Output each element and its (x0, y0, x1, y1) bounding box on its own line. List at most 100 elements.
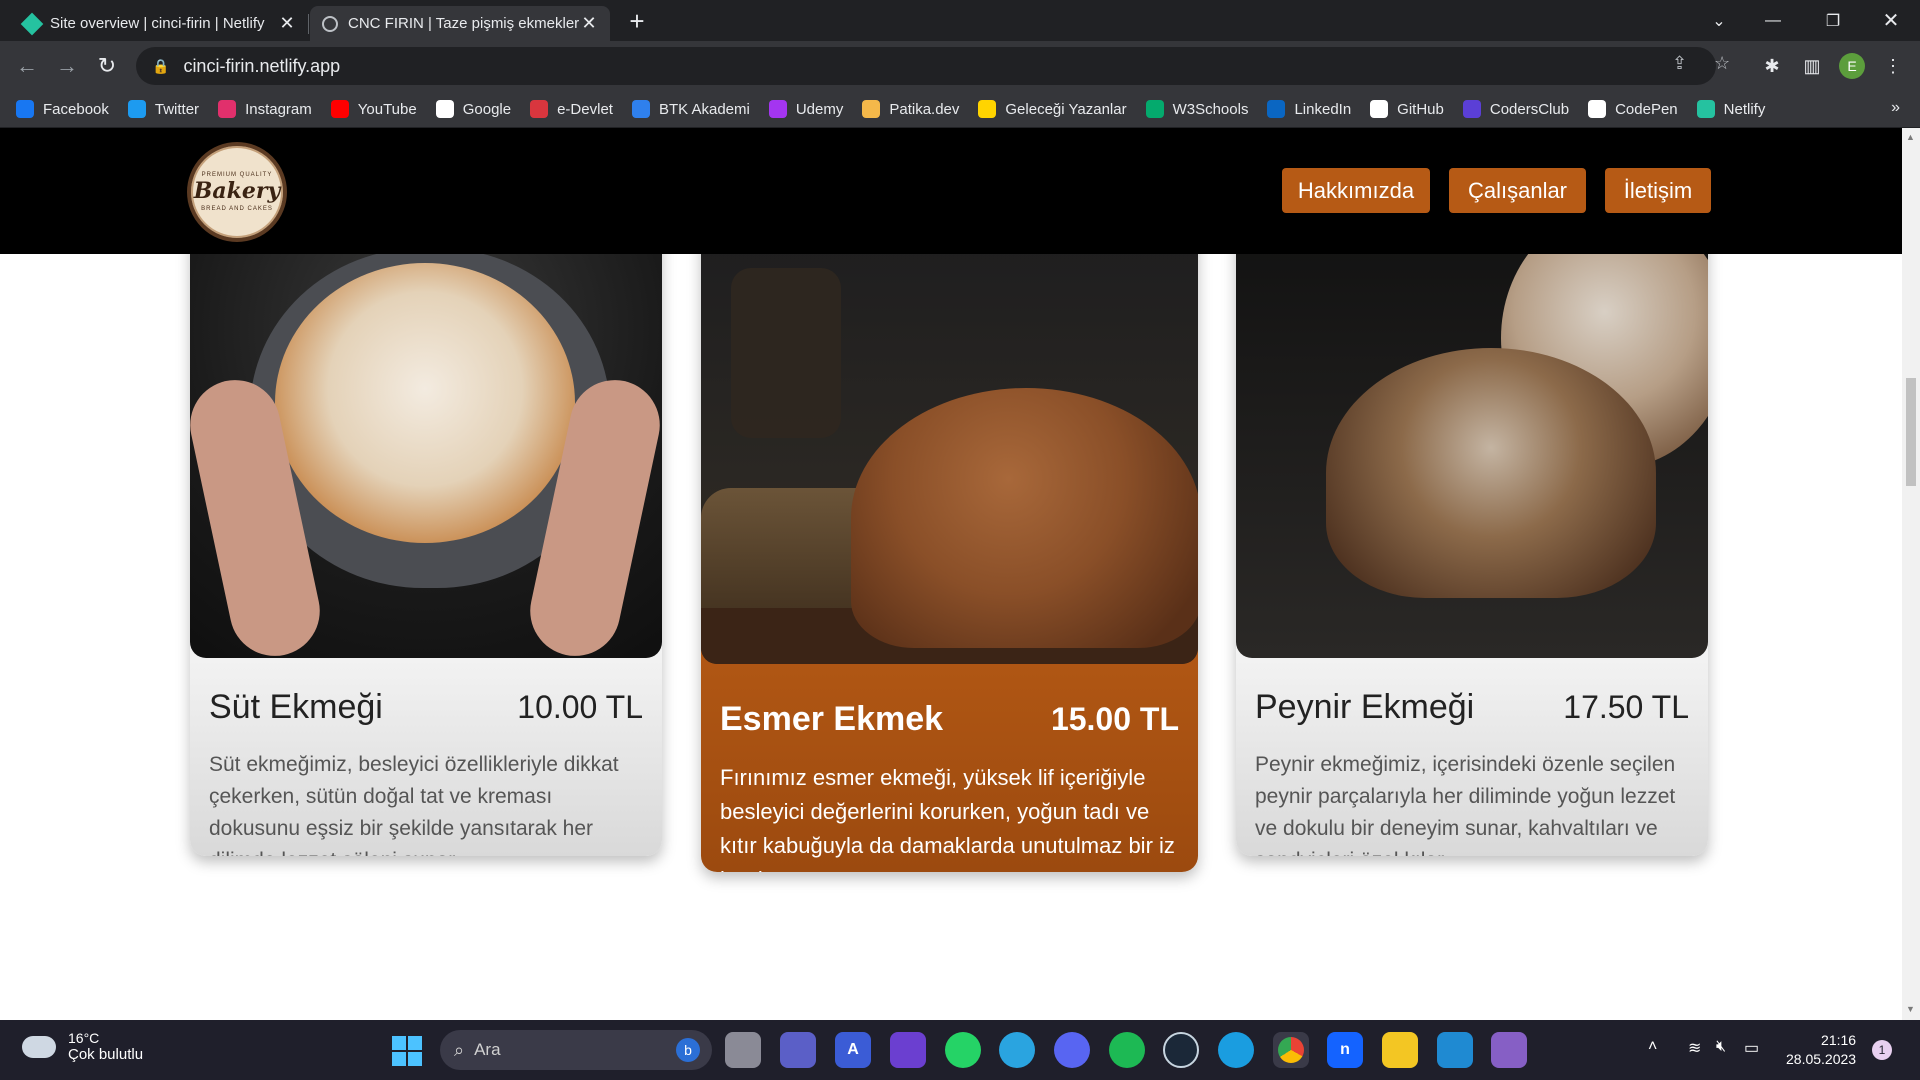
bookmark-twitter[interactable]: Twitter (127, 100, 200, 118)
product-price: 10.00 TL (517, 689, 643, 725)
bread-loaf-front-shape (1326, 348, 1656, 598)
reload-button[interactable]: ↻ (92, 51, 122, 81)
new-tab-button[interactable]: + (622, 6, 652, 36)
weather-temperature: 16°C (68, 1030, 100, 1046)
nav-employees-button[interactable]: Çalışanlar (1449, 168, 1586, 213)
forward-button[interactable]: → (52, 51, 82, 81)
share-icon[interactable]: ⇪ (1672, 53, 1687, 74)
globe-icon (322, 15, 338, 32)
page-scrollbar[interactable]: ▲ ▼ (1902, 128, 1920, 1020)
tab-netlify[interactable]: Site overview | cinci-firin | Netlify ✕ (8, 6, 308, 41)
bookmark-codersclub[interactable]: CodersClub (1462, 100, 1569, 118)
bookmark-github[interactable]: GitHub (1370, 100, 1444, 118)
chevron-up-icon[interactable]: ˄ (1648, 1038, 1657, 1056)
edevlet-icon (530, 100, 549, 118)
chrome-logo (1278, 1037, 1304, 1063)
tab-separator (308, 14, 309, 34)
vscode-icon[interactable] (1437, 1032, 1473, 1068)
chrome-icon[interactable] (1273, 1032, 1309, 1068)
bookmark-label: e-Devlet (557, 100, 613, 118)
bookmark-label: GitHub (1397, 100, 1444, 118)
bookmark-e-devlet[interactable]: e-Devlet (530, 100, 613, 118)
discord-icon[interactable] (1054, 1032, 1090, 1068)
bookmark-youtube[interactable]: YouTube (330, 100, 417, 118)
notion-icon[interactable]: n (1327, 1032, 1363, 1068)
instagram-icon (218, 100, 237, 118)
weather-widget[interactable]: 16°C Çok bulutlu (22, 1030, 143, 1063)
window-close-button[interactable]: ✕ (1868, 0, 1914, 41)
w3schools-icon (1145, 100, 1164, 118)
wifi-icon[interactable]: ≋ (1688, 1038, 1701, 1058)
side-panel-icon[interactable]: ▥ (1797, 51, 1827, 81)
tab-cnc-firin[interactable]: CNC FIRIN | Taze pişmiş ekmekler ✕ (310, 6, 610, 41)
tab-search-icon[interactable]: ⌄ (1696, 0, 1742, 41)
bookmark-linkedin[interactable]: LinkedIn (1267, 100, 1351, 118)
scroll-down-icon[interactable]: ▼ (1906, 1004, 1915, 1014)
sticky-notes-icon[interactable] (1382, 1032, 1418, 1068)
close-icon[interactable]: ✕ (278, 13, 296, 34)
notification-badge[interactable]: 1 (1872, 1040, 1892, 1060)
product-description: Fırınımız esmer ekmeği, yüksek lif içeri… (720, 765, 1175, 872)
system-clock[interactable]: 21:16 28.05.2023 (1786, 1031, 1856, 1069)
tab-title: Site overview | cinci-firin | Netlify (50, 15, 265, 32)
menu-icon[interactable]: ⋮ (1878, 51, 1908, 81)
product-price: 15.00 TL (1050, 701, 1179, 737)
minimize-button[interactable]: — (1750, 0, 1796, 41)
bookmark-facebook[interactable]: Facebook (16, 100, 109, 118)
profile-avatar[interactable]: E (1839, 53, 1865, 79)
teams-chat-icon[interactable] (780, 1032, 816, 1068)
edge-icon[interactable] (1218, 1032, 1254, 1068)
linkedin-icon (1267, 100, 1286, 118)
gelecegi-yazanlar-icon (978, 100, 997, 118)
more-bookmarks-icon[interactable]: » (1891, 99, 1900, 117)
codepen-icon (1588, 100, 1607, 118)
product-description: Peynir ekmeğimiz, içerisindeki özenle se… (1255, 753, 1676, 856)
bookmark-label: Twitter (154, 100, 200, 118)
product-card[interactable]: Süt Ekmeği 10.00 TL Süt ekmeğimiz, besle… (190, 188, 662, 856)
bookmark-udemy[interactable]: Udemy (768, 100, 843, 118)
web-page: PREMIUM QUALITY Bakery BREAD AND CAKES H… (0, 128, 1902, 1020)
bookmark-instagram[interactable]: Instagram (218, 100, 312, 118)
logo-tagline-bottom: BREAD AND CAKES (201, 206, 273, 212)
bookmark-netlify[interactable]: Netlify (1696, 100, 1765, 118)
product-card-featured[interactable]: Esmer Ekmek 15.00 TL Fırınımız esmer ekm… (701, 188, 1198, 872)
scroll-up-icon[interactable]: ▲ (1906, 132, 1915, 142)
extensions-icon[interactable]: ✱ (1757, 51, 1787, 81)
battery-icon[interactable]: ▭ (1744, 1038, 1759, 1058)
address-bar[interactable]: 🔒 cinci-firin.netlify.app (136, 47, 1716, 85)
clipchamp-icon[interactable] (890, 1032, 926, 1068)
bookmark-patika-dev[interactable]: Patika.dev (862, 100, 959, 118)
close-icon[interactable]: ✕ (580, 13, 598, 34)
bookmark-star-icon[interactable]: ☆ (1714, 53, 1730, 74)
scrollbar-thumb[interactable] (1906, 378, 1916, 486)
bakery-logo[interactable]: PREMIUM QUALITY Bakery BREAD AND CAKES (187, 142, 287, 242)
whatsapp-icon[interactable] (945, 1032, 981, 1068)
back-button[interactable]: ← (12, 51, 42, 81)
nav-about-button[interactable]: Hakkımızda (1282, 168, 1430, 213)
bookmark-w3schools[interactable]: W3Schools (1145, 100, 1248, 118)
clock-time: 21:16 (1821, 1032, 1857, 1048)
facebook-icon (16, 100, 34, 118)
weather-condition: Çok bulutlu (68, 1046, 144, 1063)
spotify-icon[interactable] (1109, 1032, 1145, 1068)
bookmark-codepen[interactable]: CodePen (1588, 100, 1678, 118)
windows-start-icon[interactable] (392, 1036, 422, 1066)
bookmark-google[interactable]: Google (435, 100, 511, 118)
telegram-icon[interactable] (999, 1032, 1035, 1068)
task-view-icon[interactable] (725, 1032, 761, 1068)
nav-contact-button[interactable]: İletişim (1605, 168, 1711, 213)
product-price: 17.50 TL (1563, 689, 1689, 725)
product-card[interactable]: Peynir Ekmeği 17.50 TL Peynir ekmeğimiz,… (1236, 188, 1708, 856)
steam-icon[interactable] (1163, 1032, 1199, 1068)
taskbar-search[interactable]: ⌕ Ara b (440, 1030, 712, 1070)
azure-icon[interactable]: A (835, 1032, 871, 1068)
restore-button[interactable]: ❐ (1810, 0, 1856, 41)
volume-muted-icon[interactable]: 🔇︎ (1716, 1038, 1726, 1056)
bookmark-gelece-i-yazanlar[interactable]: Geleceği Yazanlar (978, 100, 1127, 118)
codersclub-icon (1462, 100, 1481, 118)
bookmark-btk-akademi[interactable]: BTK Akademi (631, 100, 750, 118)
bookmark-label: LinkedIn (1294, 100, 1352, 118)
url-text: cinci-firin.netlify.app (183, 55, 341, 76)
windows-taskbar: 16°C Çok bulutlu ⌕ Ara b A n ˄ ≋ 🔇︎ ▭ 21… (0, 1020, 1920, 1080)
visual-studio-icon[interactable] (1491, 1032, 1527, 1068)
